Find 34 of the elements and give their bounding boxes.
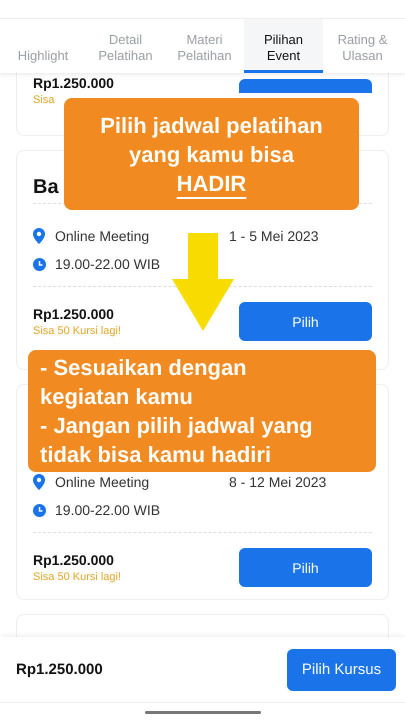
callout-text: - Jangan pilih jadwal yang: [40, 412, 314, 440]
clock-icon: [33, 258, 46, 270]
price-text: Rp1.250.000: [33, 306, 115, 322]
seats-left-text: Sisa: [33, 94, 56, 106]
clock-icon: [33, 504, 46, 516]
choose-course-button[interactable]: Pilih Kursus: [287, 648, 396, 690]
date-text: 1 - 5 Mei 2023: [229, 228, 318, 244]
home-indicator[interactable]: [144, 710, 260, 714]
total-price-text: Rp1.250.000: [16, 661, 103, 678]
location-text: Online Meeting: [55, 228, 150, 244]
callout-text: tidak bisa kamu hadiri: [40, 441, 272, 469]
tab[interactable]: Detail Pelatihan: [86, 19, 165, 73]
callout-text: HADIR: [176, 170, 246, 198]
tab[interactable]: Materi Pelatihan: [165, 19, 244, 73]
tab[interactable]: Pilihan Event: [244, 19, 323, 73]
choose-button[interactable]: Pilih: [239, 302, 372, 341]
seats-left-text: Sisa 50 Kursi lagi!: [33, 571, 122, 583]
location-pin-icon: [33, 228, 45, 244]
batch-title: Ba: [33, 175, 59, 200]
time-text: 19.00-22.00 WIB: [55, 502, 160, 518]
callout-text: - Sesuaikan dengan: [40, 354, 248, 382]
seats-left-text: Sisa 50 Kursi lagi!: [33, 325, 122, 337]
price-text: Rp1.250.000: [33, 552, 115, 568]
location-text: Online Meeting: [55, 474, 150, 490]
callout-text: Pilih jadwal pelatihan: [100, 112, 323, 140]
tab[interactable]: Rating & Ulasan: [323, 19, 402, 73]
tab[interactable]: Highlight: [0, 19, 86, 73]
callout-text: yang kamu bisa: [128, 140, 294, 168]
date-text: 8 - 12 Mei 2023: [229, 474, 326, 490]
price-text: Rp1.250.000: [33, 75, 114, 91]
callout-text: kegiatan kamu: [40, 383, 194, 411]
location-pin-icon: [33, 474, 45, 490]
time-text: 19.00-22.00 WIB: [55, 256, 160, 272]
choose-button[interactable]: Pilih: [239, 548, 372, 587]
